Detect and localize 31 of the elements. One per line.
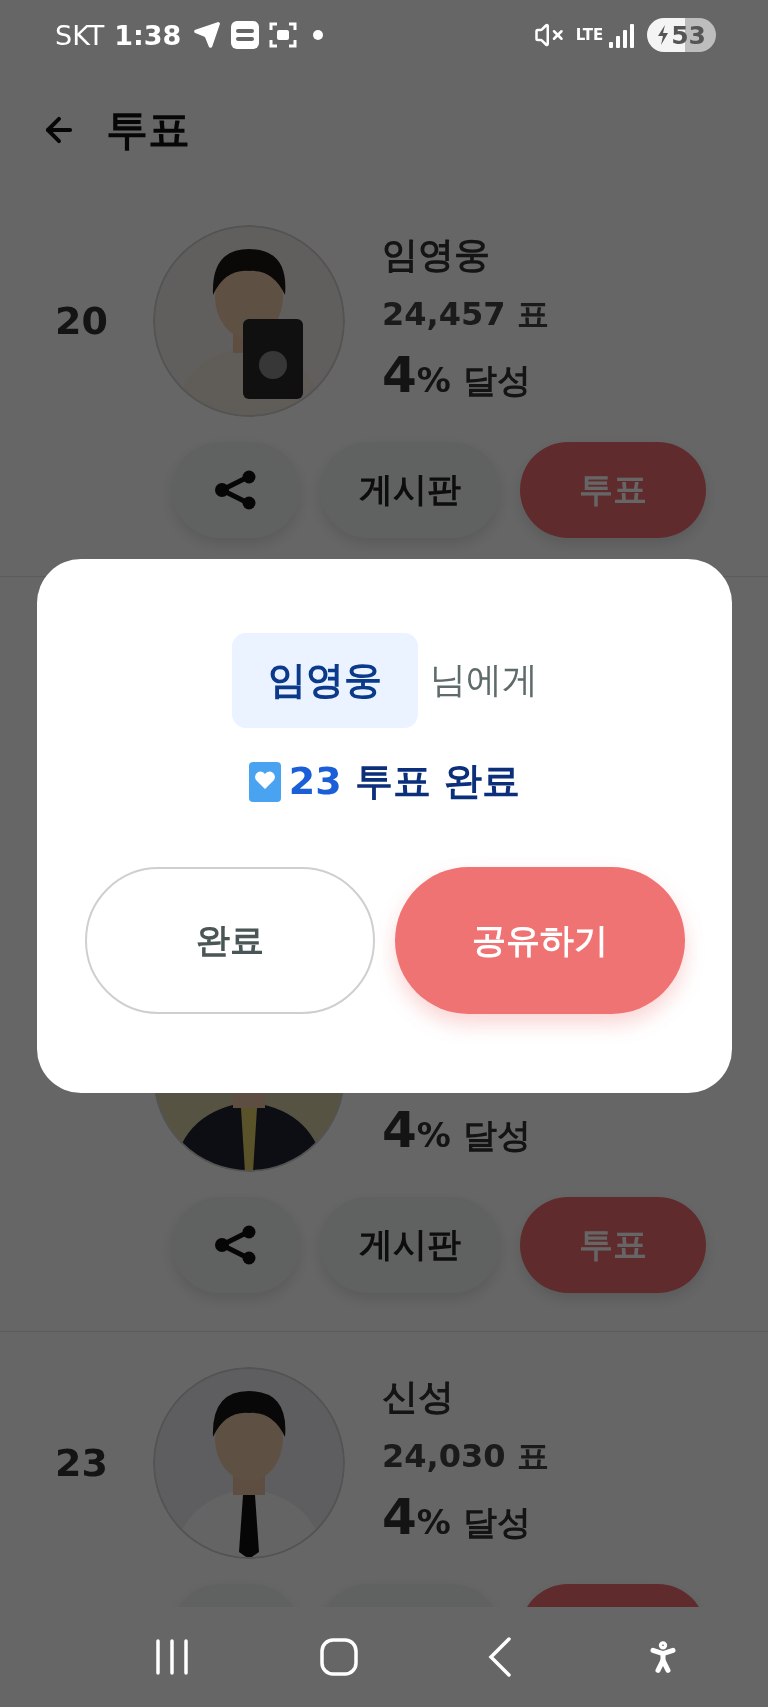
rank-number: 23: [55, 1441, 108, 1485]
share-icon: [214, 1225, 258, 1265]
app-icon: [231, 21, 260, 49]
network-type-text: LTE: [575, 27, 604, 43]
vote-count: 24,457 표: [382, 294, 549, 335]
page-title: 투표: [106, 104, 190, 156]
share-button[interactable]: 공유하기: [394, 867, 685, 1014]
rank-number: 20: [55, 299, 108, 343]
achievement-text: 4% 달성: [382, 1488, 531, 1546]
achievement-text: 4% 달성: [382, 346, 531, 404]
clock-text: 1:38: [114, 21, 182, 49]
board-button[interactable]: 게시판: [320, 1197, 500, 1293]
screenshot-icon: [269, 22, 298, 48]
done-button[interactable]: 완료: [84, 867, 375, 1014]
back-nav-icon[interactable]: [488, 1637, 513, 1677]
candidate-name: 임영웅: [382, 232, 490, 277]
vote-complete-text: 23 투표 완료: [288, 758, 521, 805]
share-icon: [214, 470, 258, 510]
candidate-name: 신성: [382, 1374, 454, 1419]
recent-apps-icon[interactable]: [155, 1639, 190, 1675]
achievement-text: 4% 달성: [382, 1101, 531, 1159]
carrier-text: SKT: [55, 21, 105, 49]
board-button[interactable]: 게시판: [320, 442, 500, 538]
home-icon[interactable]: [319, 1638, 358, 1676]
battery-indicator: 53: [647, 18, 716, 52]
notification-dot-icon: [313, 30, 324, 40]
recipient-suffix: 님에게: [429, 658, 538, 702]
recipient-name: 임영웅: [231, 633, 418, 728]
paper-plane-icon: [193, 21, 222, 49]
vote-count: 24,030 표: [382, 1436, 549, 1477]
signal-icon: [609, 22, 636, 48]
